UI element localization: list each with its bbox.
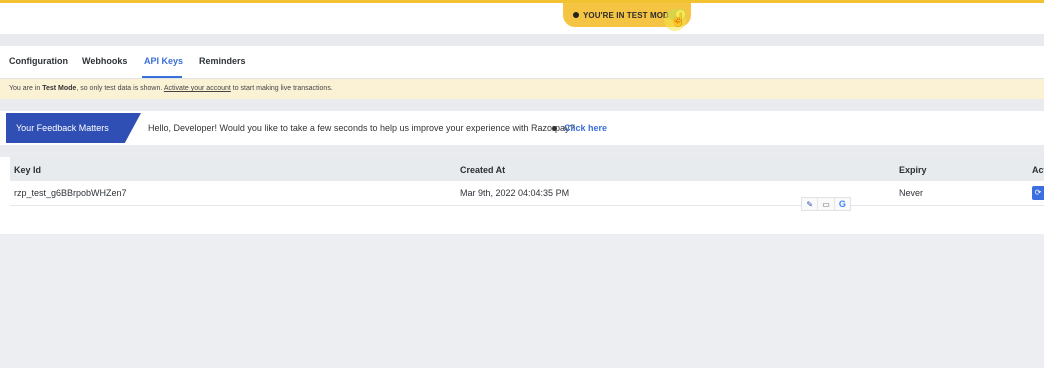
pencil-icon[interactable]: ✎ — [802, 198, 819, 210]
top-bar: YOU'RE IN TEST MODE ☝ — [0, 0, 1044, 34]
created-at-cell: Mar 9th, 2022 04:04:35 PM — [460, 188, 570, 198]
api-keys-table: Key Id Created At Expiry Act rzp_test_g6… — [0, 157, 1044, 234]
feedback-banner: Your Feedback Matters Hello, Developer! … — [0, 111, 1044, 145]
feedback-click-here-link[interactable]: Click here — [564, 123, 607, 133]
bullet-icon — [552, 126, 557, 131]
column-header-expiry: Expiry — [899, 165, 927, 175]
regenerate-icon: ⟳ — [1034, 188, 1042, 197]
test-mode-label: YOU'RE IN TEST MODE — [583, 10, 675, 20]
spacer — [0, 99, 1044, 111]
empty-content-area — [0, 234, 1044, 368]
regenerate-key-button[interactable]: ⟳ — [1032, 186, 1044, 200]
tab-reminders[interactable]: Reminders — [199, 56, 246, 66]
test-mode-notice: You are in Test Mode, so only test data … — [0, 79, 1044, 99]
column-header-action: Act — [1032, 165, 1044, 175]
key-id-cell: rzp_test_g6BBrpobWHZen7 — [14, 188, 127, 198]
spacer — [0, 145, 1044, 157]
comment-icon[interactable]: ▭ — [818, 198, 835, 210]
feedback-message: Hello, Developer! Would you like to take… — [148, 123, 575, 133]
expiry-cell: Never — [899, 188, 924, 198]
notice-mode: Test Mode — [42, 85, 77, 92]
tab-webhooks[interactable]: Webhooks — [82, 56, 127, 66]
status-dot-icon — [573, 12, 579, 18]
spacer — [0, 34, 1044, 46]
column-header-created-at: Created At — [460, 165, 506, 175]
extension-toolbar: ✎ ▭ G — [801, 197, 851, 211]
notice-suffix: to start making live transactions. — [230, 85, 333, 92]
activate-account-link[interactable]: Activate your account — [164, 85, 231, 92]
settings-tabs: Configuration Webhooks API Keys Reminder… — [0, 46, 1044, 79]
notice-middle: , so only test data is shown. — [76, 85, 164, 92]
notice-prefix: You are in — [9, 85, 43, 92]
tab-api-keys[interactable]: API Keys — [144, 56, 183, 66]
row-divider — [10, 205, 1044, 206]
active-tab-indicator — [142, 76, 182, 78]
table-header: Key Id Created At Expiry Act — [10, 157, 1044, 181]
column-header-key-id: Key Id — [14, 165, 42, 175]
google-icon[interactable]: G — [835, 198, 850, 210]
tab-configuration[interactable]: Configuration — [9, 56, 68, 66]
hand-pointer-icon: ☝ — [670, 12, 687, 27]
feedback-badge: Your Feedback Matters — [6, 113, 141, 143]
